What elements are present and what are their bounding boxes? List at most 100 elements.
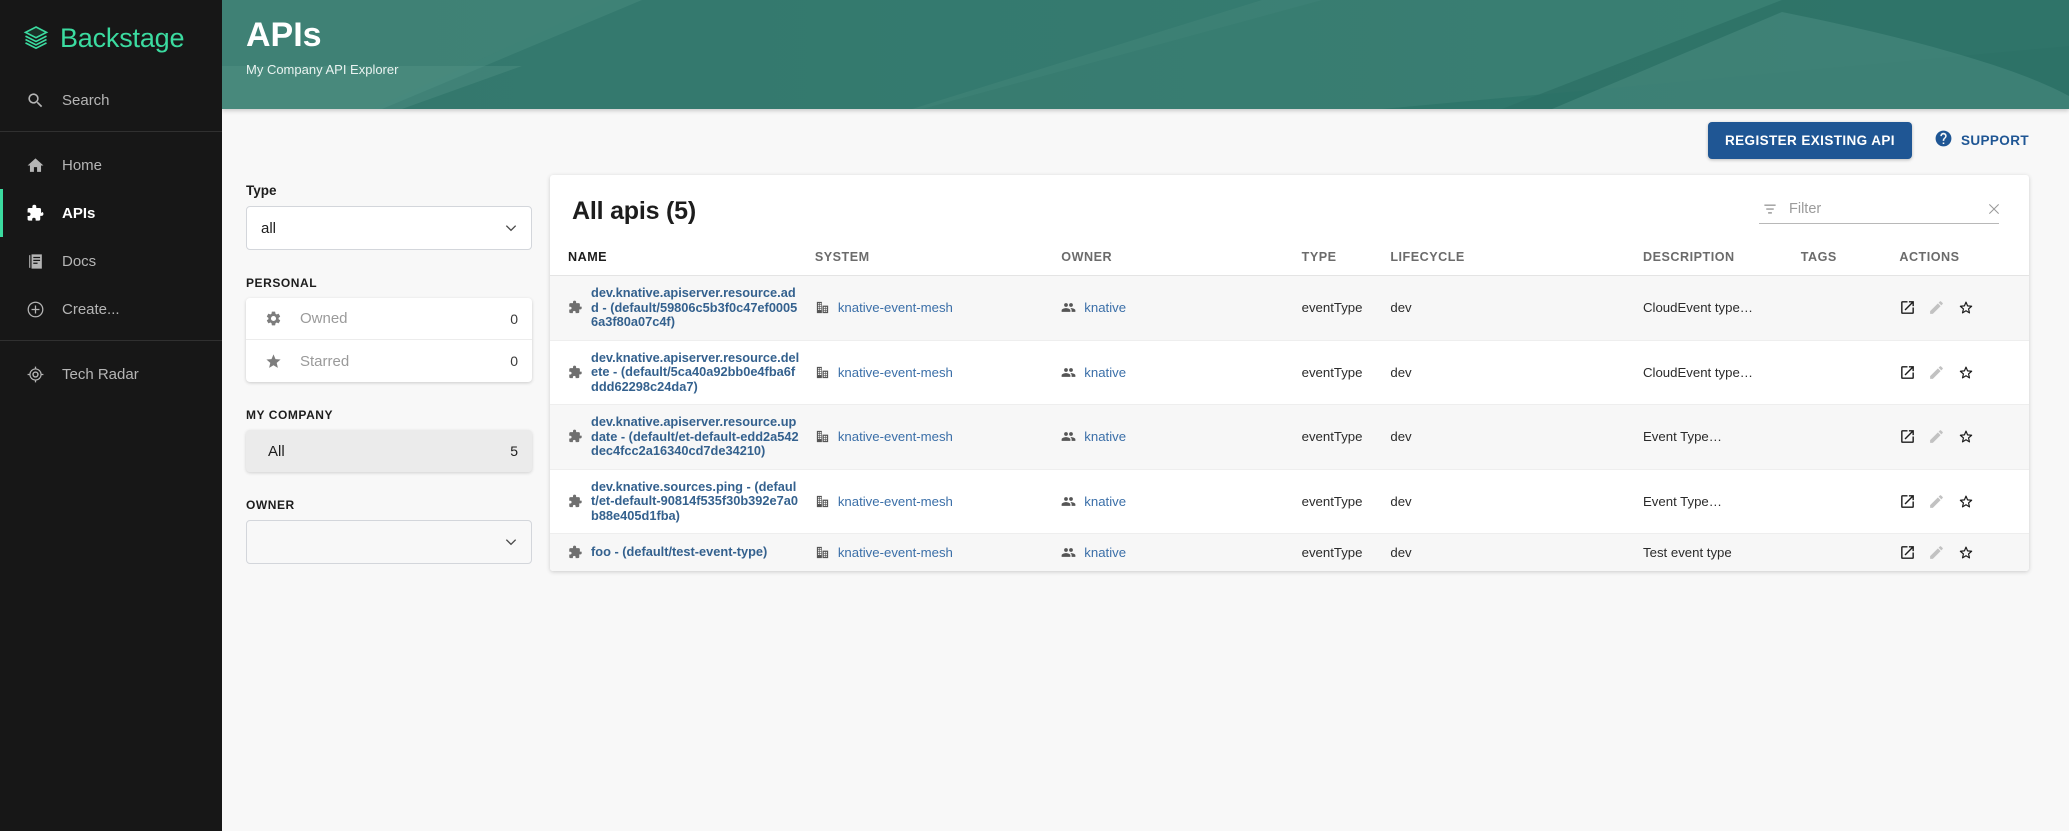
cell-system: knative-event-mesh — [809, 534, 1055, 572]
api-kind-icon — [568, 365, 583, 380]
edit-pencil-icon[interactable] — [1928, 428, 1945, 445]
group-icon — [1061, 365, 1076, 380]
star-outline-icon[interactable] — [1957, 299, 1974, 316]
docs-icon — [24, 250, 46, 272]
api-kind-icon — [568, 429, 583, 444]
cell-name: dev.knative.apiserver.resource.add - (de… — [550, 276, 809, 341]
column-header-actions: ACTIONS — [1893, 242, 2029, 276]
owner-link[interactable]: knative — [1084, 429, 1126, 444]
facet-item-starred[interactable]: Starred 0 — [246, 340, 532, 382]
cell-tags — [1795, 276, 1894, 341]
type-filter-value: all — [261, 220, 276, 237]
column-header-description[interactable]: DESCRIPTION — [1637, 242, 1795, 276]
system-icon — [815, 545, 830, 560]
sidebar-item-docs[interactable]: Docs — [0, 237, 222, 285]
cell-system: knative-event-mesh — [809, 340, 1055, 405]
brand-logo-area[interactable]: Backstage — [0, 0, 222, 72]
edit-pencil-icon[interactable] — [1928, 493, 1945, 510]
cell-tags — [1795, 469, 1894, 534]
type-value: eventType — [1302, 494, 1363, 509]
column-header-tags[interactable]: TAGS — [1795, 242, 1894, 276]
owner-link[interactable]: knative — [1084, 365, 1126, 380]
facet-item-owned[interactable]: Owned 0 — [246, 298, 532, 340]
column-header-system[interactable]: SYSTEM — [809, 242, 1055, 276]
api-name-link[interactable]: dev.knative.sources.ping - (default/et-d… — [591, 480, 803, 524]
api-name-link[interactable]: dev.knative.apiserver.resource.add - (de… — [591, 286, 803, 330]
sidebar-item-search[interactable]: Search — [0, 76, 222, 124]
clear-filter-icon[interactable] — [1986, 201, 2002, 217]
description-value: Test event type — [1643, 545, 1732, 560]
edit-pencil-icon[interactable] — [1928, 364, 1945, 381]
gear-icon — [264, 310, 282, 328]
facet-item-all[interactable]: All 5 — [246, 430, 532, 472]
api-name-link[interactable]: dev.knative.apiserver.resource.update - … — [591, 415, 803, 459]
owner-filter-select[interactable] — [246, 520, 532, 564]
sidebar-item-create[interactable]: Create... — [0, 285, 222, 333]
api-kind-icon — [568, 494, 583, 509]
cell-lifecycle: dev — [1384, 534, 1637, 572]
page-title: APIs — [246, 14, 2069, 56]
table-filter-field[interactable] — [1759, 200, 1999, 224]
api-kind-icon — [568, 300, 583, 315]
column-header-type[interactable]: TYPE — [1296, 242, 1385, 276]
edit-pencil-icon[interactable] — [1928, 544, 1945, 561]
column-header-name[interactable]: NAME — [550, 242, 809, 276]
table-filter-input[interactable] — [1789, 201, 1976, 217]
table-title: All apis (5) — [572, 197, 696, 226]
owner-link[interactable]: knative — [1084, 545, 1126, 560]
description-value: CloudEvent type… — [1643, 365, 1753, 380]
register-existing-api-button[interactable]: REGISTER EXISTING API — [1708, 122, 1912, 159]
personal-facet-header: PERSONAL — [246, 276, 532, 290]
cell-system: knative-event-mesh — [809, 276, 1055, 341]
table-row: dev.knative.apiserver.resource.delete - … — [550, 340, 2029, 405]
open-in-new-icon[interactable] — [1899, 493, 1916, 510]
description-value: CloudEvent type… — [1643, 300, 1753, 315]
filter-list-icon — [1761, 200, 1779, 218]
type-filter-select[interactable]: all — [246, 206, 532, 250]
type-value: eventType — [1302, 545, 1363, 560]
star-outline-icon[interactable] — [1957, 544, 1974, 561]
sidebar-item-tech-radar[interactable]: Tech Radar — [0, 350, 222, 398]
cell-actions — [1893, 340, 2029, 405]
cell-owner: knative — [1055, 276, 1295, 341]
star-outline-icon[interactable] — [1957, 493, 1974, 510]
system-link[interactable]: knative-event-mesh — [838, 494, 953, 509]
api-name-link[interactable]: dev.knative.apiserver.resource.delete - … — [591, 351, 803, 395]
api-name-link[interactable]: foo - (default/test-event-type) — [591, 545, 767, 560]
sidebar-item-apis[interactable]: APIs — [0, 189, 222, 237]
cell-type: eventType — [1296, 534, 1385, 572]
cell-owner: knative — [1055, 405, 1295, 470]
column-header-owner[interactable]: OWNER — [1055, 242, 1295, 276]
cell-type: eventType — [1296, 340, 1385, 405]
sidebar-divider-2 — [0, 340, 222, 341]
cell-name: dev.knative.apiserver.resource.update - … — [550, 405, 809, 470]
cell-tags — [1795, 340, 1894, 405]
support-link[interactable]: SUPPORT — [1934, 129, 2029, 151]
brand-title: Backstage — [60, 23, 184, 54]
system-link[interactable]: knative-event-mesh — [838, 429, 953, 444]
star-outline-icon[interactable] — [1957, 364, 1974, 381]
column-header-lifecycle[interactable]: LIFECYCLE — [1384, 242, 1637, 276]
open-in-new-icon[interactable] — [1899, 299, 1916, 316]
owner-link[interactable]: knative — [1084, 494, 1126, 509]
system-link[interactable]: knative-event-mesh — [838, 545, 953, 560]
facet-count-all: 5 — [510, 443, 518, 459]
chevron-down-icon — [503, 220, 519, 236]
cell-description: Event Type… — [1637, 405, 1795, 470]
edit-pencil-icon[interactable] — [1928, 299, 1945, 316]
company-facet-header: MY COMPANY — [246, 408, 532, 422]
cell-owner: knative — [1055, 534, 1295, 572]
group-icon — [1061, 300, 1076, 315]
cell-type: eventType — [1296, 469, 1385, 534]
sidebar-item-home[interactable]: Home — [0, 141, 222, 189]
apis-table: NAME SYSTEM OWNER TYPE LIFECYCLE DESCRIP… — [550, 242, 2029, 571]
system-link[interactable]: knative-event-mesh — [838, 300, 953, 315]
star-outline-icon[interactable] — [1957, 428, 1974, 445]
open-in-new-icon[interactable] — [1899, 544, 1916, 561]
open-in-new-icon[interactable] — [1899, 364, 1916, 381]
owner-link[interactable]: knative — [1084, 300, 1126, 315]
open-in-new-icon[interactable] — [1899, 428, 1916, 445]
cell-tags — [1795, 534, 1894, 572]
system-link[interactable]: knative-event-mesh — [838, 365, 953, 380]
sidebar-item-label-tech-radar: Tech Radar — [62, 366, 139, 383]
